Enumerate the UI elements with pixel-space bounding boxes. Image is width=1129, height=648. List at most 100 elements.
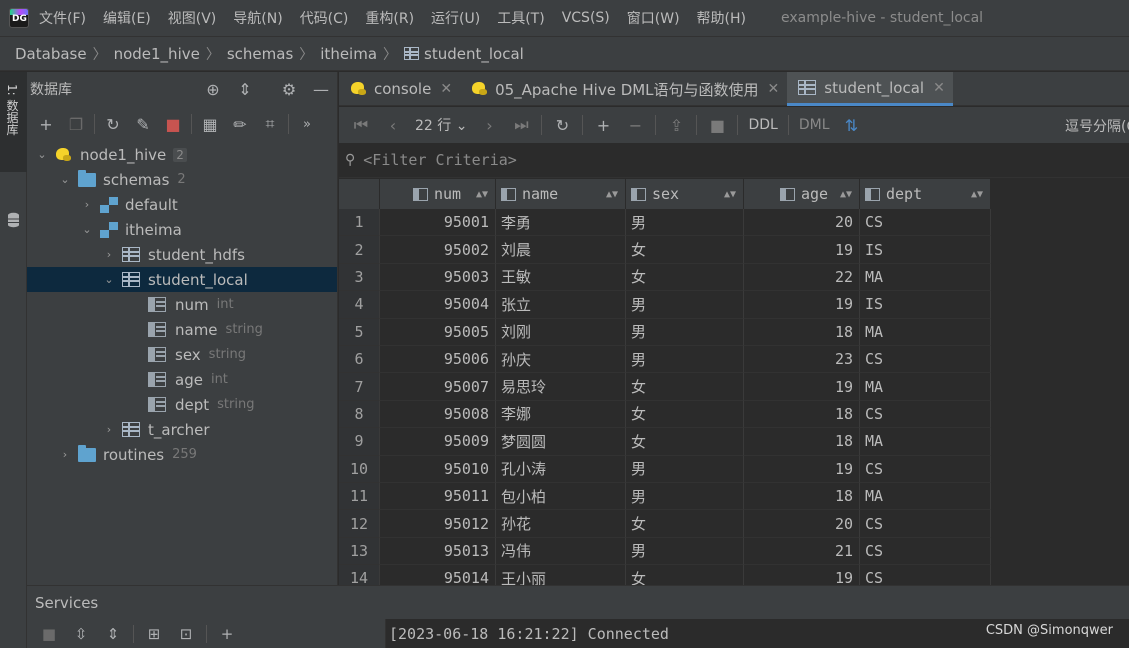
cell-num[interactable]: 95010 — [380, 455, 496, 483]
table-view-icon[interactable]: ▦ — [195, 109, 225, 139]
tree-node-node1-hive[interactable]: ⌄ node1_hive 2 — [27, 142, 337, 167]
stop-icon[interactable]: ■ — [701, 110, 733, 140]
cell-age[interactable]: 23 — [744, 346, 860, 374]
menu-view[interactable]: 视图(V) — [168, 8, 217, 28]
collapsed-arrow-icon[interactable]: › — [80, 198, 94, 211]
cell-dept[interactable]: MA — [860, 428, 991, 456]
row-number-cell[interactable]: 1 — [339, 209, 380, 237]
menu-run[interactable]: 运行(U) — [431, 8, 480, 28]
add-icon[interactable]: + — [31, 109, 61, 139]
ddl-button[interactable]: DDL — [742, 117, 783, 133]
cell-name[interactable]: 孙庆 — [496, 346, 626, 374]
cell-name[interactable]: 李娜 — [496, 400, 626, 429]
minimize-icon[interactable]: — — [305, 72, 337, 106]
column-header-dept[interactable]: dept ▲▼ — [860, 179, 991, 209]
row-number-cell[interactable]: 7 — [339, 373, 380, 401]
first-page-icon[interactable]: ⏮ — [345, 110, 377, 140]
cell-num[interactable]: 95002 — [380, 236, 496, 264]
cell-sex[interactable]: 女 — [626, 565, 744, 585]
cell-sex[interactable]: 男 — [626, 346, 744, 374]
tree-node-itheima[interactable]: ⌄ itheima — [27, 217, 337, 242]
gear-icon[interactable]: ⚙ — [273, 72, 305, 106]
cell-age[interactable]: 19 — [744, 455, 860, 483]
row-number-cell[interactable]: 10 — [339, 455, 380, 483]
stop-icon[interactable]: ■ — [158, 109, 188, 139]
cell-num[interactable]: 95007 — [380, 373, 496, 401]
cell-num[interactable]: 95014 — [380, 565, 496, 585]
sort-icon[interactable]: ▲▼ — [840, 189, 852, 200]
cell-dept[interactable]: IS — [860, 291, 991, 319]
tree-node-schemas[interactable]: ⌄ schemas 2 — [27, 167, 337, 192]
row-number-cell[interactable]: 14 — [339, 565, 380, 585]
cell-sex[interactable]: 男 — [626, 537, 744, 566]
add-row-icon[interactable]: + — [587, 110, 619, 140]
cell-dept[interactable]: CS — [860, 537, 991, 566]
expanded-arrow-icon[interactable]: ⌄ — [80, 223, 94, 236]
cell-num[interactable]: 95006 — [380, 346, 496, 374]
row-number-cell[interactable]: 6 — [339, 346, 380, 374]
menu-navigate[interactable]: 导航(N) — [233, 8, 282, 28]
cell-sex[interactable]: 女 — [626, 373, 744, 401]
tree-node-routines[interactable]: › routines 259 — [27, 442, 337, 467]
cell-name[interactable]: 包小柏 — [496, 483, 626, 511]
sort-icon[interactable]: ▲▼ — [971, 189, 983, 200]
filter-bar[interactable]: ⚲ <Filter Criteria> — [339, 143, 1129, 178]
filter-criteria-input[interactable]: <Filter Criteria> — [363, 151, 517, 169]
collapse-all-icon[interactable]: ⇕ — [97, 620, 129, 648]
cell-age[interactable]: 20 — [744, 510, 860, 538]
submit-icon[interactable]: ⇪ — [660, 110, 692, 140]
cell-num[interactable]: 95009 — [380, 428, 496, 456]
cell-age[interactable]: 19 — [744, 236, 860, 264]
compare-icon[interactable]: ⇅ — [836, 110, 868, 140]
cell-name[interactable]: 李勇 — [496, 209, 626, 237]
breadcrumb-itheima[interactable]: itheima — [320, 45, 377, 63]
row-number-cell[interactable]: 2 — [339, 236, 380, 264]
column-header-name[interactable]: name ▲▼ — [496, 179, 626, 209]
collapsed-arrow-icon[interactable]: › — [102, 248, 116, 261]
dml-button[interactable]: DML — [793, 117, 836, 133]
menu-help[interactable]: 帮助(H) — [697, 8, 746, 28]
cell-dept[interactable]: MA — [860, 263, 991, 292]
cell-name[interactable]: 王小丽 — [496, 565, 626, 585]
cell-age[interactable]: 21 — [744, 537, 860, 566]
cell-dept[interactable]: CS — [860, 455, 991, 483]
cell-sex[interactable]: 女 — [626, 263, 744, 292]
row-count-selector[interactable]: 22 行 ⌄ — [409, 115, 473, 135]
delete-row-icon[interactable]: − — [619, 110, 651, 140]
row-number-cell[interactable]: 13 — [339, 537, 380, 566]
close-icon[interactable]: ✕ — [768, 81, 780, 97]
cell-dept[interactable]: CS — [860, 346, 991, 374]
close-icon[interactable]: ✕ — [440, 81, 452, 97]
extractor-selector[interactable]: 逗号分隔(C — [1065, 116, 1129, 136]
tree-node-column-name[interactable]: name string — [27, 317, 337, 342]
cell-num[interactable]: 95005 — [380, 318, 496, 346]
database-tool-tab[interactable]: 1: 数据库 — [0, 72, 27, 172]
breadcrumb-schemas[interactable]: schemas — [227, 45, 293, 63]
sort-icon[interactable]: ▲▼ — [606, 189, 618, 200]
expand-all-icon[interactable]: ⇳ — [65, 620, 97, 648]
cell-sex[interactable]: 男 — [626, 318, 744, 346]
collapsed-arrow-icon[interactable]: › — [102, 423, 116, 436]
cell-name[interactable]: 张立 — [496, 291, 626, 319]
next-page-icon[interactable]: › — [473, 110, 505, 140]
column-header-sex[interactable]: sex ▲▼ — [626, 179, 744, 209]
services-title[interactable]: Services — [35, 594, 98, 612]
column-header-num[interactable]: num ▲▼ — [380, 179, 496, 209]
menu-edit[interactable]: 编辑(E) — [103, 8, 151, 28]
cell-name[interactable]: 冯伟 — [496, 537, 626, 566]
cell-age[interactable]: 18 — [744, 400, 860, 429]
row-number-cell[interactable]: 8 — [339, 400, 380, 429]
refresh-icon[interactable]: ↻ — [98, 109, 128, 139]
tab-student-local[interactable]: student_local ✕ — [787, 72, 953, 106]
cell-age[interactable]: 18 — [744, 318, 860, 346]
cell-dept[interactable]: MA — [860, 373, 991, 401]
cell-age[interactable]: 22 — [744, 263, 860, 292]
cell-num[interactable]: 95013 — [380, 537, 496, 566]
breadcrumb-database[interactable]: Database — [15, 45, 87, 63]
filter-icon[interactable]: ⊡ — [170, 620, 202, 648]
row-number-cell[interactable]: 3 — [339, 263, 380, 292]
column-header-age[interactable]: age ▲▼ — [744, 179, 860, 209]
cell-age[interactable]: 20 — [744, 209, 860, 237]
cell-age[interactable]: 19 — [744, 291, 860, 319]
tree-node-student-hdfs[interactable]: › student_hdfs — [27, 242, 337, 267]
